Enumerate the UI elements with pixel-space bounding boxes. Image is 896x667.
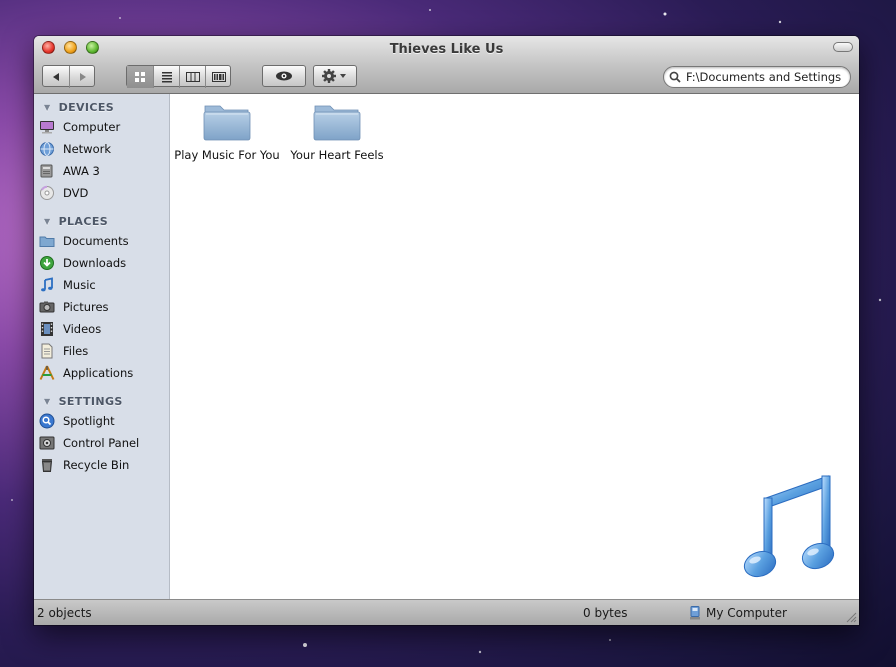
sidebar: ▼ DEVICES Computer Network AWA 3 DVD ▼ P… (34, 94, 170, 599)
resize-grip-icon[interactable] (845, 611, 857, 623)
status-bar: 2 objects 0 bytes My Computer (34, 599, 859, 625)
folder-label: Play Music For You (174, 148, 280, 162)
sidebar-item-recycle-bin[interactable]: Recycle Bin (34, 454, 169, 476)
section-title: DEVICES (58, 100, 115, 114)
sidebar-item-control-panel[interactable]: Control Panel (34, 432, 169, 454)
list-view-button[interactable] (153, 66, 179, 88)
file-icon (39, 343, 55, 359)
search-input[interactable] (686, 70, 841, 84)
folder-icon (313, 105, 361, 141)
sidebar-item-label: AWA 3 (63, 164, 100, 178)
total-size: 0 bytes (583, 606, 628, 620)
sidebar-section-places: ▼ PLACES Documents Downloads Music Pictu… (34, 212, 169, 384)
arrow-left-icon (53, 73, 59, 81)
coverflow-view-button[interactable] (205, 66, 231, 88)
gear-icon (322, 69, 346, 83)
control-panel-icon (39, 435, 55, 451)
list-icon (161, 72, 172, 83)
film-icon (39, 321, 55, 337)
sidebar-item-label: Music (63, 278, 96, 292)
sidebar-item-computer[interactable]: Computer (34, 116, 169, 138)
object-count: 2 objects (37, 606, 92, 620)
quicklook-button[interactable] (262, 65, 306, 87)
sidebar-item-label: Recycle Bin (63, 458, 130, 472)
window-title: Thieves Like Us (389, 42, 504, 57)
sidebar-item-awa3[interactable]: AWA 3 (34, 160, 169, 182)
toolbar-toggle-button[interactable] (833, 42, 853, 52)
folder-item[interactable]: Play Music For You (171, 100, 283, 162)
folder-label: Your Heart Feels (290, 148, 384, 162)
sidebar-item-documents[interactable]: Documents (34, 230, 169, 252)
sidebar-section-devices: ▼ DEVICES Computer Network AWA 3 DVD (34, 98, 169, 204)
music-note-icon (39, 277, 55, 293)
nav-buttons (42, 65, 95, 88)
section-header-settings[interactable]: ▼ SETTINGS (34, 392, 169, 410)
back-button[interactable] (43, 66, 69, 88)
folder-icon (203, 105, 251, 141)
sidebar-item-label: Videos (63, 322, 102, 336)
network-icon (39, 141, 55, 157)
sidebar-item-label: DVD (63, 186, 89, 200)
sidebar-item-videos[interactable]: Videos (34, 318, 169, 340)
grid-icon (135, 72, 145, 82)
search-icon (669, 71, 681, 83)
download-icon (39, 255, 55, 271)
sidebar-item-dvd[interactable]: DVD (34, 182, 169, 204)
computer-icon (39, 119, 55, 135)
sidebar-item-music[interactable]: Music (34, 274, 169, 296)
camera-icon (39, 299, 55, 315)
sidebar-item-downloads[interactable]: Downloads (34, 252, 169, 274)
sidebar-item-pictures[interactable]: Pictures (34, 296, 169, 318)
sidebar-item-label: Control Panel (63, 436, 140, 450)
music-note-icon (743, 475, 835, 578)
disclosure-triangle-icon: ▼ (44, 216, 51, 226)
section-header-places[interactable]: ▼ PLACES (34, 212, 169, 230)
eye-icon (276, 71, 292, 81)
sidebar-section-settings: ▼ SETTINGS Spotlight Control Panel Recyc… (34, 392, 169, 476)
column-view-button[interactable] (179, 66, 205, 88)
drive-icon (39, 163, 55, 179)
action-button[interactable] (313, 65, 357, 87)
computer-icon (690, 606, 700, 620)
columns-icon (185, 72, 200, 82)
search-field[interactable] (663, 66, 851, 88)
sidebar-item-network[interactable]: Network (34, 138, 169, 160)
view-mode-control (126, 65, 231, 88)
sidebar-item-label: Downloads (63, 256, 127, 270)
arrow-right-icon (79, 73, 86, 81)
sidebar-item-label: Applications (63, 366, 134, 380)
sidebar-item-label: Pictures (63, 300, 109, 314)
forward-button[interactable] (69, 66, 95, 88)
sidebar-item-label: Spotlight (63, 414, 115, 428)
sidebar-item-files[interactable]: Files (34, 340, 169, 362)
disclosure-triangle-icon: ▼ (44, 102, 51, 112)
sidebar-item-applications[interactable]: Applications (34, 362, 169, 384)
section-title: PLACES (58, 214, 109, 228)
section-title: SETTINGS (58, 394, 123, 408)
icon-view-button[interactable] (127, 66, 153, 88)
titlebar: Thieves Like Us (34, 36, 859, 94)
sidebar-item-label: Computer (63, 120, 121, 134)
file-browser-content: Play Music For You Your Heart Feels (170, 94, 859, 599)
sidebar-item-label: Documents (63, 234, 129, 248)
section-header-devices[interactable]: ▼ DEVICES (34, 98, 169, 116)
location-label: My Computer (706, 606, 787, 620)
sidebar-item-label: Files (63, 344, 89, 358)
dvd-icon (39, 185, 55, 201)
trash-icon (39, 457, 55, 473)
coverflow-icon (211, 72, 226, 82)
applications-icon (39, 365, 55, 381)
sidebar-item-spotlight[interactable]: Spotlight (34, 410, 169, 432)
folder-item[interactable]: Your Heart Feels (281, 100, 393, 162)
finder-window: Thieves Like Us F:\Documents and Setting… (34, 36, 859, 625)
folder-icon (39, 233, 55, 249)
sidebar-item-label: Network (63, 142, 112, 156)
location-indicator: My Computer (689, 606, 787, 620)
disclosure-triangle-icon: ▼ (44, 396, 51, 406)
spotlight-icon (39, 413, 55, 429)
